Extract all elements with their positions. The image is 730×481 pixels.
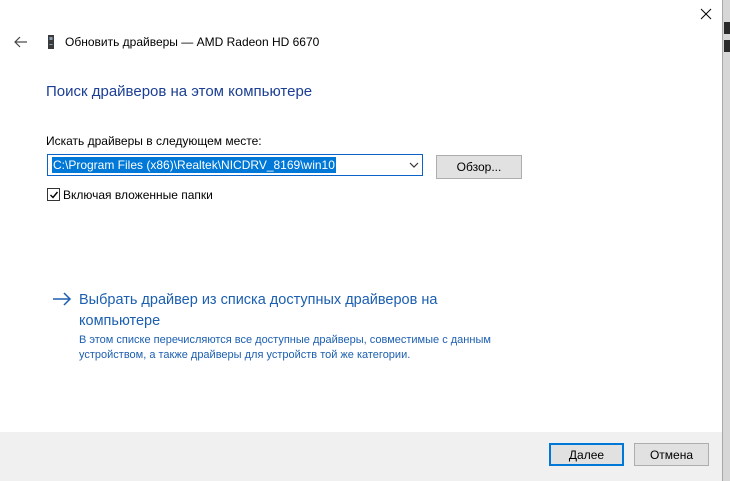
driver-path-combobox[interactable]: C:\Program Files (x86)\Realtek\NICDRV_81…: [47, 154, 423, 176]
include-subfolders-checkbox[interactable]: [47, 188, 60, 201]
background-window-edge: [722, 0, 730, 481]
window-title: Обновить драйверы — AMD Radeon HD 6670: [65, 35, 320, 49]
cancel-button[interactable]: Отмена: [634, 443, 709, 466]
pick-driver-description: В этом списке перечисляются все доступны…: [79, 334, 491, 361]
page-heading: Поиск драйверов на этом компьютере: [46, 83, 313, 100]
close-button[interactable]: [690, 0, 722, 28]
update-drivers-dialog: Обновить драйверы — AMD Radeon HD 6670 П…: [0, 0, 722, 481]
device-icon: [48, 35, 54, 49]
chevron-down-icon[interactable]: [409, 160, 419, 170]
next-button[interactable]: Далее: [549, 443, 624, 466]
close-icon: [700, 8, 712, 20]
driver-path-input[interactable]: C:\Program Files (x86)\Realtek\NICDRV_81…: [52, 157, 336, 173]
background-text-fragment: [724, 22, 730, 34]
checkmark-icon: [49, 191, 58, 199]
include-subfolders-label[interactable]: Включая вложенные папки: [63, 188, 213, 202]
back-button[interactable]: [12, 32, 30, 52]
back-arrow-icon: [14, 36, 27, 48]
browse-button[interactable]: Обзор...: [436, 155, 522, 179]
pick-driver-from-list-link[interactable]: Выбрать драйвер из списка доступных драй…: [79, 290, 499, 332]
path-label: Искать драйверы в следующем месте:: [46, 134, 262, 148]
arrow-right-icon[interactable]: [52, 291, 72, 307]
background-text-fragment: [724, 40, 730, 52]
